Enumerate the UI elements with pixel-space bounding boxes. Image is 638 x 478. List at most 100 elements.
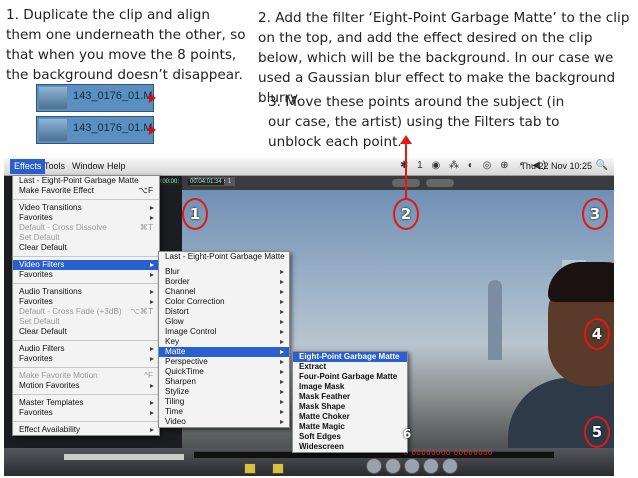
caption-step-1: 1. Duplicate the clip and align them one…: [6, 7, 246, 83]
effects-menu-item-label: Video Transitions: [19, 203, 82, 212]
bottom-timecode: 0.00000000 00000000: [404, 450, 494, 457]
effects-menu-item[interactable]: Effect Availability: [13, 425, 159, 435]
effects-menu-item[interactable]: Video Filters: [13, 260, 159, 270]
play-in-out-button[interactable]: [366, 458, 382, 474]
filters-menu-item[interactable]: Perspective: [159, 357, 289, 367]
caption-step-3: 3. Move these points around the subject …: [268, 94, 565, 150]
effects-menu-item[interactable]: Favorites: [13, 408, 159, 418]
filters-menu-item[interactable]: Glow: [159, 317, 289, 327]
mark-out-button[interactable]: [272, 463, 284, 474]
effects-menu-item[interactable]: Audio Filters: [13, 344, 159, 354]
effects-menu-item[interactable]: Motion Favorites: [13, 381, 159, 391]
matte-menu-item[interactable]: Four-Point Garbage Matte: [293, 372, 407, 382]
left-scrubber[interactable]: [64, 454, 184, 460]
submenu-arrow-icon: [280, 300, 284, 304]
filters-menu-item[interactable]: Sharpen: [159, 377, 289, 387]
menu-window[interactable]: Window: [72, 161, 104, 171]
play-button[interactable]: [404, 458, 420, 474]
matte-menu-item[interactable]: Image Mask: [293, 382, 407, 392]
filters-menu-item[interactable]: Tiling: [159, 397, 289, 407]
filters-menu-item[interactable]: Key: [159, 337, 289, 347]
filters-menu-item-label: Matte: [165, 347, 186, 356]
submenu-arrow-icon: [280, 390, 284, 394]
matte-menu-item-label: Matte Magic: [299, 422, 345, 431]
filters-menu-item[interactable]: QuickTime: [159, 367, 289, 377]
matte-menu-item[interactable]: Matte Magic: [293, 422, 407, 432]
submenu-arrow-icon: [150, 357, 154, 361]
matte-submenu: Eight-Point Garbage Matte Extract Four-Poi…: [292, 351, 408, 453]
next-edit-button[interactable]: [423, 458, 439, 474]
effects-menu-item[interactable]: Clear Default: [13, 327, 159, 337]
pointer-arrow-icon: [400, 135, 412, 144]
matte-menu-item[interactable]: Mask Shape: [293, 402, 407, 412]
timeline-clip-bottom[interactable]: 143_0176_01.M: [36, 116, 156, 144]
submenu-arrow-icon: [280, 380, 284, 384]
viewer-toolbar: Sequence 1: [182, 176, 614, 190]
effects-menu-item: Make Favorite Motion ^F: [13, 371, 159, 381]
filters-menu-item[interactable]: Matte: [159, 347, 289, 357]
filters-menu-item-label: Channel: [165, 287, 196, 296]
submenu-arrow-icon: [280, 360, 284, 364]
timeline-clip-top[interactable]: 143_0176_01.M: [36, 84, 156, 112]
menu-effects[interactable]: Effects: [10, 159, 46, 174]
filters-menu-item[interactable]: Color Correction: [159, 297, 289, 307]
effects-menu-item: Set Default: [13, 317, 159, 327]
mark-in-button[interactable]: [244, 463, 256, 474]
matte-menu-item[interactable]: Widescreen: [293, 442, 407, 452]
submenu-arrow-icon: [280, 330, 284, 334]
effects-menu-item[interactable]: Favorites: [13, 297, 159, 307]
point-marker-5: 5: [584, 416, 610, 448]
filters-menu-item[interactable]: Image Control: [159, 327, 289, 337]
filters-menu-item-label: Image Control: [165, 327, 217, 336]
submenu-arrow-icon: [280, 290, 284, 294]
matte-menu-item-label: Mask Feather: [299, 392, 351, 401]
effects-menu-item[interactable]: Master Templates: [13, 398, 159, 408]
submenu-arrow-icon: [150, 300, 154, 304]
filters-menu-item[interactable]: Blur: [159, 267, 289, 277]
effects-menu-item: Default - Cross Dissolve ⌘T: [13, 223, 159, 233]
effects-menu-item[interactable]: Video Transitions: [13, 203, 159, 213]
matte-menu-item[interactable]: Soft Edges: [293, 432, 407, 442]
matte-menu-item[interactable]: Eight-Point Garbage Matte: [293, 352, 407, 362]
effects-menu-item-label: Default - Cross Fade (+3dB): [19, 307, 122, 316]
spotlight-icon[interactable]: 🔍: [596, 160, 608, 171]
menu-shortcut: ⌘T: [139, 223, 153, 232]
effects-menu-item[interactable]: Last - Eight-Point Garbage Matte: [13, 176, 159, 186]
effects-menu-item[interactable]: Favorites: [13, 270, 159, 280]
view-popup[interactable]: [426, 179, 454, 187]
filters-menu-item[interactable]: Stylize: [159, 387, 289, 397]
filters-menu-item[interactable]: Border: [159, 277, 289, 287]
effects-menu: Last - Eight-Point Garbage Matte Make Fav…: [12, 175, 160, 436]
filters-menu-item[interactable]: Distort: [159, 307, 289, 317]
menu-clock[interactable]: Thu 22 Nov 10:25: [520, 161, 592, 171]
effects-menu-item[interactable]: Favorites: [13, 213, 159, 223]
filters-menu-item[interactable]: Time: [159, 407, 289, 417]
menu-help[interactable]: Help: [107, 161, 126, 171]
filters-menu-item[interactable]: Video: [159, 417, 289, 427]
effects-menu-item-label: Clear Default: [19, 327, 67, 336]
filters-menu-item[interactable]: Channel: [159, 287, 289, 297]
effects-menu-item-label: Set Default: [19, 233, 60, 242]
matte-menu-item[interactable]: Extract: [293, 362, 407, 372]
filters-menu-item[interactable]: Last - Eight-Point Garbage Matte: [159, 252, 289, 262]
filters-menu-item-label: Key: [165, 337, 180, 346]
effects-menu-item[interactable]: Make Favorite Effect ⌥F: [13, 186, 159, 196]
submenu-arrow-icon: [280, 340, 284, 344]
play-around-button[interactable]: [442, 458, 458, 474]
effects-menu-item-label: Favorites: [19, 297, 53, 306]
effects-menu-item[interactable]: Clear Default: [13, 243, 159, 253]
submenu-arrow-icon: [280, 370, 284, 374]
prev-edit-button[interactable]: [385, 458, 401, 474]
subject-hair: [548, 262, 614, 302]
menu-tools[interactable]: Tools: [44, 161, 65, 171]
effects-menu-item[interactable]: Audio Transitions: [13, 287, 159, 297]
matte-menu-item[interactable]: Matte Choker: [293, 412, 407, 422]
effects-menu-item[interactable]: Favorites: [13, 354, 159, 364]
submenu-arrow-icon: [280, 410, 284, 414]
submenu-arrow-icon: [150, 384, 154, 388]
clip-label: 143_0176_01.M: [73, 122, 153, 134]
submenu-arrow-icon: [150, 428, 154, 432]
point-marker-6: 6: [402, 427, 412, 441]
filters-menu-item-label: Video: [165, 417, 186, 426]
matte-menu-item[interactable]: Mask Feather: [293, 392, 407, 402]
